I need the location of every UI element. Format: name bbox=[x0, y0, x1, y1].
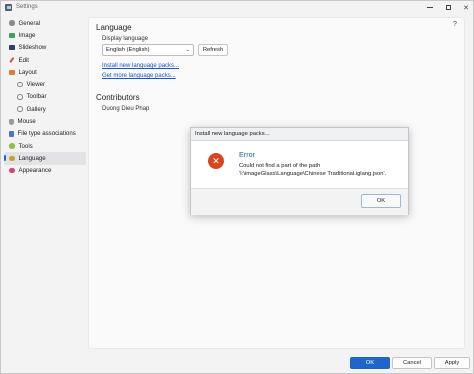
contributor-name: Duong Dieu Phap bbox=[102, 106, 150, 112]
help-button[interactable]: ? bbox=[453, 21, 457, 28]
minimize-icon bbox=[427, 7, 433, 8]
sidebar-item-label: Slideshow bbox=[18, 44, 47, 52]
sidebar-item-label: Edit bbox=[18, 56, 30, 64]
sidebar-item-slideshow[interactable]: Slideshow bbox=[4, 42, 86, 54]
maximize-icon bbox=[445, 5, 451, 10]
ok-button[interactable]: OK bbox=[350, 357, 390, 369]
dialog-title: Install new language packs... bbox=[191, 128, 408, 141]
sidebar-item-mouse[interactable]: Mouse bbox=[4, 115, 86, 127]
language-section-title: Language bbox=[96, 23, 132, 32]
dialog-ok-button[interactable]: OK bbox=[361, 194, 401, 208]
sidebar-item-tools[interactable]: Tools bbox=[4, 140, 86, 152]
sidebar-item-viewer[interactable]: Viewer bbox=[4, 78, 86, 90]
sidebar-item-label: Tools bbox=[18, 142, 33, 150]
maximize-button[interactable] bbox=[439, 1, 457, 14]
display-language-label: Display language bbox=[102, 36, 149, 42]
apply-button[interactable]: Apply bbox=[434, 357, 470, 369]
dialog-message-line1: Could not find a part of the path bbox=[239, 163, 321, 169]
sidebar-item-label: General bbox=[18, 19, 41, 27]
app-icon bbox=[5, 4, 12, 11]
sidebar-item-toolbar[interactable]: Toolbar bbox=[4, 91, 86, 103]
close-icon: ✕ bbox=[463, 4, 469, 12]
window-title: Settings bbox=[16, 4, 38, 10]
image-icon bbox=[9, 32, 15, 39]
sidebar-item-language[interactable]: Language bbox=[4, 152, 86, 165]
sidebar-item-label: Gallery bbox=[26, 105, 46, 113]
sidebar-item-appearance[interactable]: Appearance bbox=[4, 165, 86, 177]
sidebar-item-label: Viewer bbox=[26, 81, 46, 89]
dialog-heading: Error bbox=[239, 150, 255, 159]
sidebar-item-file-type-associations[interactable]: File type associations bbox=[4, 128, 86, 140]
circle-icon bbox=[17, 94, 23, 100]
pencil-icon bbox=[9, 57, 15, 63]
settings-window: Settings ✕ General Image Slideshow Edit … bbox=[0, 0, 474, 374]
slideshow-icon bbox=[9, 44, 15, 51]
minimize-button[interactable] bbox=[421, 1, 439, 14]
chevron-down-icon: ⌄ bbox=[185, 47, 190, 53]
circle-icon bbox=[17, 81, 23, 88]
sidebar-item-label: Language bbox=[18, 154, 46, 162]
cancel-button[interactable]: Cancel bbox=[392, 357, 432, 369]
sidebar-item-label: Mouse bbox=[17, 118, 36, 126]
layout-icon bbox=[9, 69, 15, 76]
refresh-button[interactable]: Refresh bbox=[198, 44, 228, 56]
sidebar-item-label: Image bbox=[18, 31, 36, 39]
error-dialog: Install new language packs... ✕ Error Co… bbox=[190, 127, 409, 215]
title-bar: Settings ✕ bbox=[1, 1, 473, 14]
gear-icon bbox=[9, 20, 15, 26]
mouse-icon bbox=[9, 118, 14, 125]
get-more-language-packs-link[interactable]: Get more language packs... bbox=[102, 73, 176, 79]
dialog-message-line2: 'I:\imageGlass\Language\Chinese Traditio… bbox=[239, 171, 387, 177]
sidebar-item-general[interactable]: General bbox=[4, 17, 86, 29]
language-select-value: English (English) bbox=[106, 47, 150, 53]
sidebar-item-layout[interactable]: Layout bbox=[4, 66, 86, 78]
tools-icon bbox=[9, 143, 15, 149]
sidebar-item-edit[interactable]: Edit bbox=[4, 54, 86, 66]
sidebar-item-label: File type associations bbox=[17, 130, 76, 138]
language-icon bbox=[9, 155, 15, 162]
contributors-section-title: Contributors bbox=[96, 93, 140, 102]
file-icon bbox=[9, 131, 14, 137]
sidebar-item-label: Layout bbox=[18, 68, 37, 76]
sidebar-item-gallery[interactable]: Gallery bbox=[4, 103, 86, 115]
circle-icon bbox=[17, 106, 23, 112]
language-select[interactable]: English (English) ⌄ bbox=[102, 44, 194, 56]
install-language-packs-link[interactable]: Install new language packs... bbox=[102, 63, 179, 69]
sidebar-item-label: Appearance bbox=[18, 167, 52, 175]
sidebar-item-label: Toolbar bbox=[26, 93, 47, 101]
close-button[interactable]: ✕ bbox=[457, 1, 474, 14]
error-icon: ✕ bbox=[208, 153, 224, 169]
sidebar-item-image[interactable]: Image bbox=[4, 29, 86, 41]
sidebar: General Image Slideshow Edit Layout View… bbox=[4, 17, 86, 177]
palette-icon bbox=[9, 167, 15, 174]
